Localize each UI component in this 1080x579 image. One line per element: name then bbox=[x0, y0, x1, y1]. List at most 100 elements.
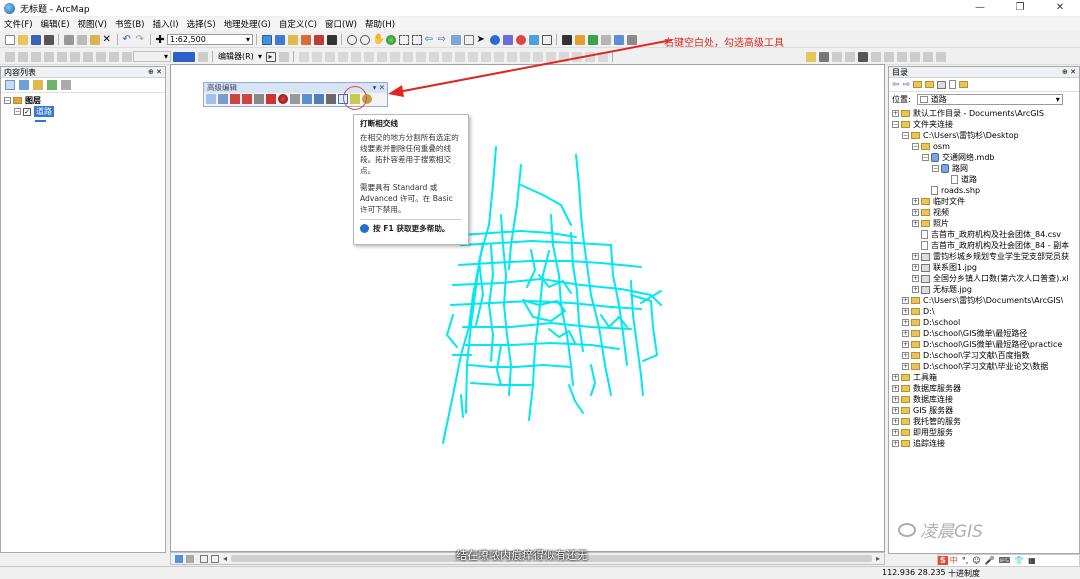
minimize-button[interactable]: — bbox=[960, 0, 1000, 16]
align-to-shape-icon[interactable] bbox=[302, 94, 312, 104]
pause-drawing-icon[interactable] bbox=[211, 554, 219, 563]
catalog-tree-item[interactable]: + D:\school\GIS微单\最短路径 bbox=[889, 328, 1079, 339]
cut-icon[interactable] bbox=[63, 34, 74, 45]
expand-icon[interactable]: + bbox=[892, 440, 899, 447]
layer-name[interactable]: 道路 bbox=[34, 106, 54, 117]
catalog-tree-item[interactable]: + 即用型服务 bbox=[889, 427, 1079, 438]
collapse-icon[interactable]: − bbox=[4, 97, 11, 104]
location-combo[interactable]: 道路 ▾ bbox=[916, 93, 1063, 105]
expand-icon[interactable]: + bbox=[892, 110, 899, 117]
layout-tool-icon[interactable] bbox=[923, 51, 933, 62]
refresh-icon[interactable] bbox=[200, 554, 208, 563]
explode-icon[interactable] bbox=[266, 94, 276, 104]
pin-close-icon[interactable]: ⊕ ✕ bbox=[148, 67, 162, 78]
layer-visibility-checkbox[interactable]: ✓ bbox=[23, 107, 31, 116]
expand-icon[interactable]: + bbox=[912, 198, 919, 205]
scroll-right-icon[interactable]: ▸ bbox=[876, 554, 880, 563]
catalog-tree-item[interactable]: 吉首市_政府机构及社会团体_84.csv bbox=[889, 229, 1079, 240]
collapse-icon[interactable]: − bbox=[912, 143, 919, 150]
catalog-tree-item[interactable]: + D:\school bbox=[889, 317, 1079, 328]
menu-windows[interactable]: 窗口(W) bbox=[321, 18, 361, 30]
expand-icon[interactable]: + bbox=[892, 396, 899, 403]
catalog-tree-item[interactable]: − C:\Users\雷钧杉\Desktop bbox=[889, 130, 1079, 141]
toc-layer-row[interactable]: − ✓ 道路 bbox=[1, 106, 165, 117]
scroll-left-icon[interactable]: ◂ bbox=[223, 554, 227, 563]
ime-mode[interactable]: 中 bbox=[950, 555, 958, 566]
editor-menu-button[interactable]: 编辑器(R) ▾ bbox=[216, 51, 264, 62]
expand-icon[interactable]: + bbox=[912, 253, 919, 260]
generalize-icon[interactable] bbox=[278, 94, 288, 104]
undo-icon[interactable]: ↶ bbox=[123, 34, 133, 45]
replace-geometry-icon[interactable] bbox=[326, 94, 336, 104]
map-view[interactable] bbox=[170, 64, 885, 552]
expand-icon[interactable]: + bbox=[902, 352, 909, 359]
catalog-tree-item[interactable]: + 数据库服务器 bbox=[889, 383, 1079, 394]
smooth-icon[interactable] bbox=[290, 94, 300, 104]
menu-grid-icon[interactable]: ▦ bbox=[1028, 556, 1036, 565]
catalog-tree-item[interactable]: + D:\school\GIS微单\最短路径\practice bbox=[889, 339, 1079, 350]
menu-view[interactable]: 视图(V) bbox=[74, 18, 111, 30]
expand-icon[interactable]: + bbox=[902, 319, 909, 326]
catalog-tree-item[interactable]: + C:\Users\雷钧杉\Documents\ArcGIS\ bbox=[889, 295, 1079, 306]
search-window-icon[interactable] bbox=[300, 34, 311, 45]
menu-edit[interactable]: 编辑(E) bbox=[37, 18, 74, 30]
add-data-icon[interactable]: ✚ bbox=[156, 34, 166, 45]
maximize-button[interactable]: ❐ bbox=[1000, 0, 1040, 16]
catalog-tree-item[interactable]: − 路网 bbox=[889, 163, 1079, 174]
expand-icon[interactable]: + bbox=[902, 297, 909, 304]
map-scale-combo[interactable]: 1:62,500 ▾ bbox=[167, 34, 253, 45]
zoom-out-icon[interactable] bbox=[359, 34, 370, 45]
expand-icon[interactable]: + bbox=[892, 429, 899, 436]
catalog-tree-item[interactable]: + 数据库连接 bbox=[889, 394, 1079, 405]
catalog-tree-item[interactable]: + 无标题.jpg bbox=[889, 284, 1079, 295]
expand-icon[interactable]: + bbox=[912, 275, 919, 282]
collapse-icon[interactable]: − bbox=[922, 154, 929, 161]
catalog-tree-item[interactable]: − 文件夹连接 bbox=[889, 119, 1079, 130]
editor-toolbar-icon[interactable] bbox=[261, 34, 272, 45]
copy-features-icon[interactable] bbox=[206, 94, 216, 104]
expand-icon[interactable]: + bbox=[912, 209, 919, 216]
collapse-icon[interactable]: − bbox=[14, 108, 21, 115]
options-icon[interactable] bbox=[949, 80, 957, 89]
catalog-icon[interactable] bbox=[287, 34, 298, 45]
microphone-icon[interactable]: 🎤 bbox=[985, 556, 995, 565]
line-intersection-icon[interactable] bbox=[254, 94, 264, 104]
catalog-tree-item[interactable]: + 我托管的服务 bbox=[889, 416, 1079, 427]
layout-tool-icon[interactable] bbox=[910, 51, 920, 62]
menu-help[interactable]: 帮助(H) bbox=[361, 18, 399, 30]
pin-close-icon[interactable]: ⊕ ✕ bbox=[1062, 67, 1076, 78]
layout-tool-icon[interactable] bbox=[884, 51, 894, 62]
catalog-tree-item[interactable]: 道路 bbox=[889, 174, 1079, 185]
layout-tool-icon[interactable] bbox=[819, 51, 829, 62]
connect-folder-icon[interactable] bbox=[959, 81, 969, 88]
skin-icon[interactable]: 👕 bbox=[1014, 556, 1024, 565]
collapse-icon[interactable]: − bbox=[892, 121, 899, 128]
catalog-tree-item[interactable]: + 雷钧杉城乡规划专业学生党支部党员获 bbox=[889, 251, 1079, 262]
paste-icon[interactable] bbox=[89, 34, 100, 45]
layout-tool-icon[interactable] bbox=[806, 51, 816, 62]
expand-icon[interactable]: + bbox=[892, 374, 899, 381]
menu-bookmarks[interactable]: 书签(B) bbox=[111, 18, 148, 30]
layout-tool-icon[interactable] bbox=[832, 51, 842, 62]
home-icon[interactable] bbox=[913, 81, 923, 88]
catalog-tree-item[interactable]: + 照片 bbox=[889, 218, 1079, 229]
catalog-tree-item[interactable]: − osm bbox=[889, 141, 1079, 152]
print-icon[interactable] bbox=[43, 34, 54, 45]
list-by-visibility-icon[interactable] bbox=[33, 80, 43, 90]
view-icon[interactable] bbox=[937, 80, 947, 89]
trim-icon[interactable] bbox=[242, 94, 252, 104]
fillet-icon[interactable] bbox=[218, 94, 228, 104]
catalog-tree-item[interactable]: + 临时文件 bbox=[889, 196, 1079, 207]
back-icon[interactable]: ⇦ bbox=[892, 80, 900, 90]
list-by-selection-icon[interactable] bbox=[47, 80, 57, 90]
punctuation-icon[interactable]: °, bbox=[962, 556, 969, 565]
catalog-tree-item[interactable]: + 工具箱 bbox=[889, 372, 1079, 383]
expand-icon[interactable]: + bbox=[912, 286, 919, 293]
expand-icon[interactable]: + bbox=[912, 264, 919, 271]
expand-icon[interactable]: + bbox=[902, 308, 909, 315]
list-by-drawing-order-icon[interactable] bbox=[5, 80, 15, 90]
catalog-tree-item[interactable]: + D:\ bbox=[889, 306, 1079, 317]
menu-file[interactable]: 文件(F) bbox=[0, 18, 37, 30]
delete-icon[interactable]: ✕ bbox=[103, 34, 113, 45]
data-view-icon[interactable] bbox=[175, 554, 183, 563]
